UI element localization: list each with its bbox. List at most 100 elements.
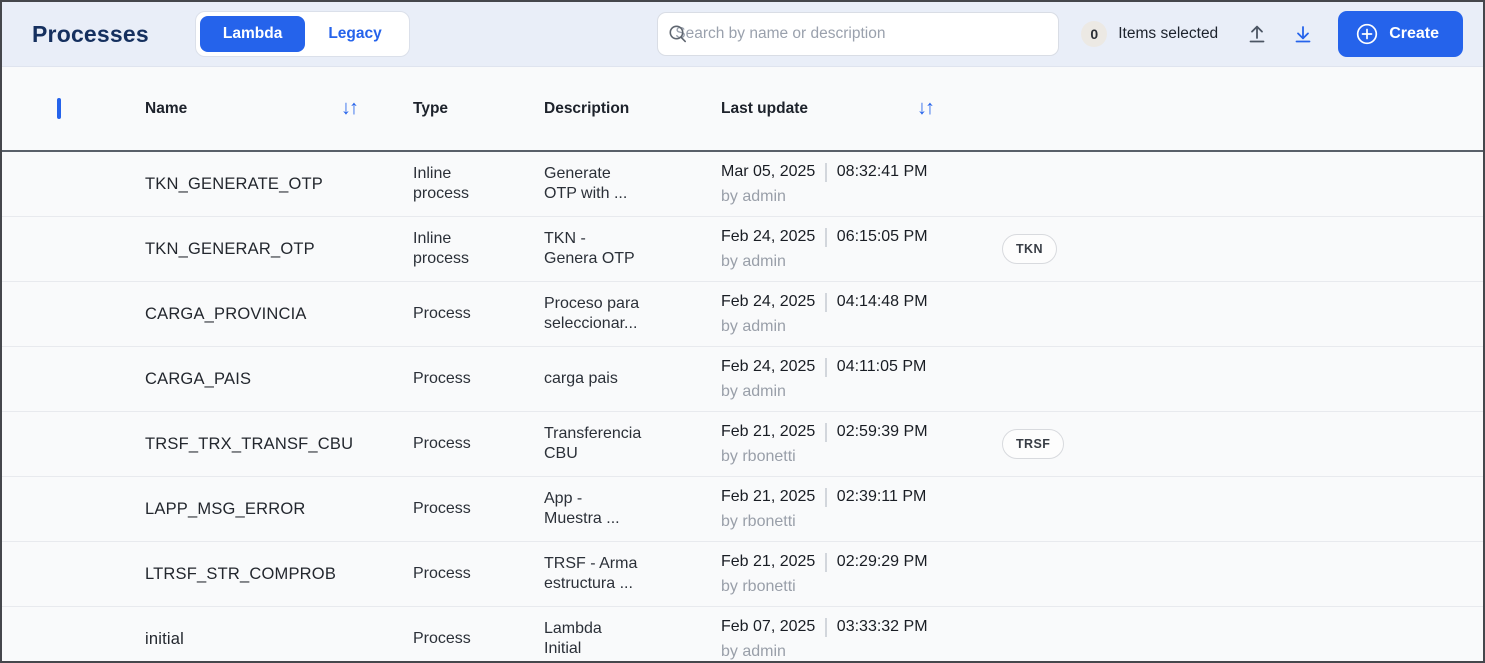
- update-time: 02:59:39 PM: [836, 423, 928, 440]
- search-icon: [669, 25, 687, 43]
- process-description: Lambda Initial: [544, 620, 602, 657]
- table-row[interactable]: LTRSF_STR_COMPROB Process TRSF - Arma es…: [2, 542, 1483, 607]
- table-row[interactable]: LAPP_MSG_ERROR Process App - Muestra ...…: [2, 477, 1483, 542]
- selected-label: Items selected: [1118, 25, 1219, 42]
- process-type: Process: [413, 500, 471, 517]
- process-type: Process: [413, 565, 471, 582]
- last-update-cell: Mar 05, 2025 08:32:41 PM by admin: [721, 162, 957, 206]
- process-description: Generate OTP with ...: [544, 165, 628, 202]
- table-row[interactable]: TRSF_TRX_TRANSF_CBU Process Transferenci…: [2, 412, 1483, 477]
- table-row[interactable]: TKN_GENERATE_OTP Inline process Generate…: [2, 152, 1483, 217]
- process-table: Name ↓↑ Type Description Last update ↓↑ …: [2, 67, 1483, 663]
- updated-by: by admin: [721, 252, 786, 270]
- search-input[interactable]: [657, 12, 1060, 56]
- process-name: CARGA_PROVINCIA: [145, 304, 307, 323]
- toggle-legacy[interactable]: Legacy: [305, 16, 404, 51]
- date-time-divider: [825, 162, 827, 182]
- plus-circle-icon: [1357, 23, 1378, 45]
- date-time-divider: [825, 422, 827, 442]
- update-date: Feb 07, 2025: [721, 618, 816, 635]
- process-description: TRSF - Arma estructura ...: [544, 555, 638, 592]
- create-button[interactable]: Create: [1338, 11, 1463, 57]
- update-date: Feb 21, 2025: [721, 423, 816, 440]
- download-button[interactable]: [1288, 19, 1318, 49]
- last-update-cell: Feb 24, 2025 04:11:05 PM by admin: [721, 357, 957, 401]
- updated-by: by rbonetti: [721, 512, 796, 530]
- column-header-type: Type: [413, 99, 449, 117]
- date-time-divider: [825, 227, 827, 247]
- last-update-cell: Feb 24, 2025 06:15:05 PM by admin: [721, 227, 957, 271]
- last-update-cell: Feb 21, 2025 02:39:11 PM by rbonetti: [721, 487, 957, 531]
- update-time: 04:14:48 PM: [836, 293, 928, 310]
- process-name: TKN_GENERATE_OTP: [145, 174, 324, 193]
- process-description: Proceso para seleccionar...: [544, 295, 640, 332]
- selection-status: 0 Items selected: [1081, 21, 1218, 47]
- updated-by: by admin: [721, 382, 786, 400]
- update-time: 02:29:29 PM: [836, 553, 928, 570]
- update-date: Feb 21, 2025: [721, 553, 816, 570]
- process-description: carga pais: [544, 370, 618, 387]
- last-update-cell: Feb 24, 2025 04:14:48 PM by admin: [721, 292, 957, 336]
- search-box: [657, 12, 1060, 56]
- update-date: Mar 05, 2025: [721, 163, 816, 180]
- process-name: CARGA_PAIS: [145, 369, 252, 388]
- sort-last-update-icon[interactable]: ↓↑: [917, 97, 935, 120]
- tag-badge: TKN: [1002, 234, 1057, 264]
- update-time: 06:15:05 PM: [836, 228, 928, 245]
- table-header-row: Name ↓↑ Type Description Last update ↓↑: [2, 67, 1483, 152]
- date-time-divider: [825, 617, 827, 637]
- last-update-cell: Feb 07, 2025 03:33:32 PM by admin: [721, 617, 957, 661]
- table-body: TKN_GENERATE_OTP Inline process Generate…: [2, 152, 1483, 663]
- process-description: TKN - Genera OTP: [544, 230, 635, 267]
- date-time-divider: [825, 292, 827, 312]
- updated-by: by admin: [721, 317, 786, 335]
- table-row[interactable]: CARGA_PAIS Process carga pais Feb 24, 20…: [2, 347, 1483, 412]
- process-type: Inline process: [413, 230, 470, 267]
- toggle-lambda[interactable]: Lambda: [199, 16, 306, 52]
- updated-by: by rbonetti: [721, 447, 796, 465]
- column-header-name: Name: [145, 99, 188, 117]
- upload-button[interactable]: [1242, 19, 1272, 49]
- process-type: Process: [413, 630, 471, 647]
- process-name: TRSF_TRX_TRANSF_CBU: [145, 434, 354, 453]
- update-time: 03:33:32 PM: [836, 618, 928, 635]
- process-type: Inline process: [413, 165, 470, 202]
- page-title: Processes: [32, 20, 149, 47]
- process-type: Process: [413, 435, 471, 452]
- process-description: App - Muestra ...: [544, 490, 620, 527]
- create-button-label: Create: [1389, 25, 1439, 42]
- update-time: 02:39:11 PM: [836, 488, 927, 505]
- update-date: Feb 21, 2025: [721, 488, 816, 505]
- update-date: Feb 24, 2025: [721, 228, 816, 245]
- process-type-toggle: Lambda Legacy: [194, 11, 410, 57]
- process-name: LAPP_MSG_ERROR: [145, 499, 306, 518]
- table-row[interactable]: CARGA_PROVINCIA Process Proceso para sel…: [2, 282, 1483, 347]
- sort-name-icon[interactable]: ↓↑: [341, 97, 359, 120]
- topbar: Processes Lambda Legacy 0 Items selected: [2, 2, 1483, 67]
- column-header-description: Description: [544, 99, 630, 117]
- process-name: initial: [145, 629, 185, 648]
- select-all-checkbox[interactable]: [57, 97, 61, 119]
- tag-badge: TRSF: [1002, 429, 1065, 459]
- process-name: LTRSF_STR_COMPROB: [145, 564, 337, 583]
- updated-by: by rbonetti: [721, 577, 796, 595]
- updated-by: by admin: [721, 642, 786, 660]
- date-time-divider: [825, 487, 827, 507]
- selected-count-badge: 0: [1081, 21, 1108, 47]
- date-time-divider: [825, 357, 827, 377]
- update-time: 04:11:05 PM: [836, 358, 927, 375]
- updated-by: by admin: [721, 187, 786, 205]
- date-time-divider: [825, 552, 827, 572]
- update-date: Feb 24, 2025: [721, 293, 816, 310]
- download-icon: [1295, 26, 1311, 43]
- upload-icon: [1249, 25, 1265, 43]
- process-type: Process: [413, 370, 471, 387]
- table-row[interactable]: TKN_GENERAR_OTP Inline process TKN - Gen…: [2, 217, 1483, 282]
- table-row[interactable]: initial Process Lambda Initial Feb 07, 2…: [2, 607, 1483, 663]
- process-description: Transferencia CBU: [544, 425, 642, 462]
- process-name: TKN_GENERAR_OTP: [145, 239, 315, 258]
- process-type: Process: [413, 305, 471, 322]
- last-update-cell: Feb 21, 2025 02:29:29 PM by rbonetti: [721, 552, 957, 596]
- update-date: Feb 24, 2025: [721, 358, 816, 375]
- update-time: 08:32:41 PM: [836, 163, 928, 180]
